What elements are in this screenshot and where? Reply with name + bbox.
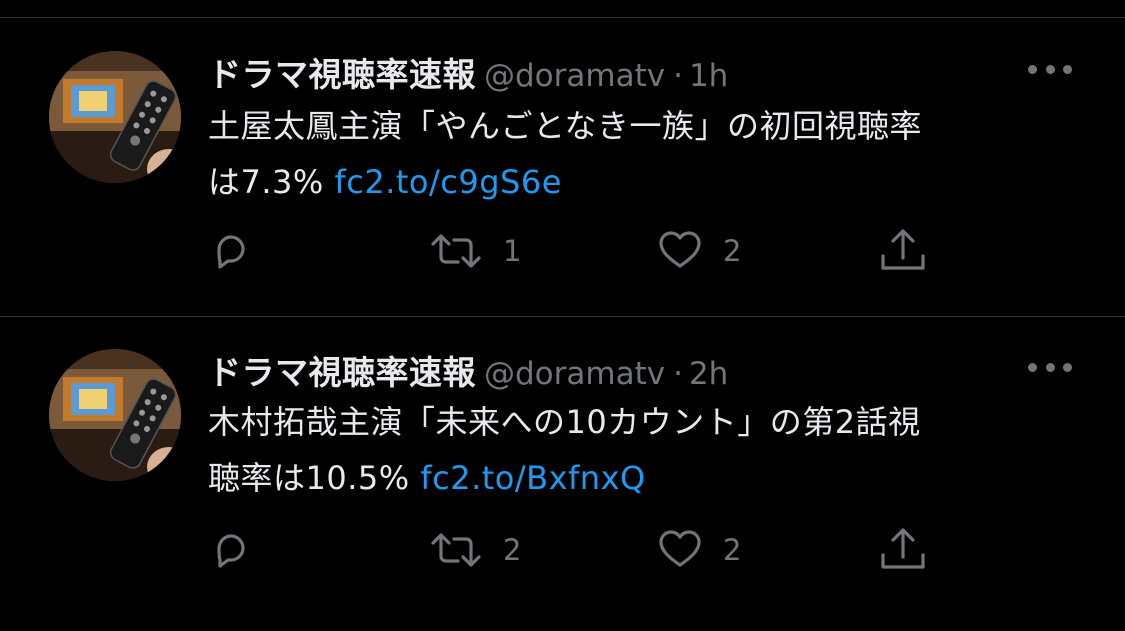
tweet-text-line: 聴率は10.5% fc2.to/BxfnxQ [208,450,1088,506]
display-name[interactable]: ドラマ視聴率速報 [208,353,476,392]
tweet-link[interactable]: fc2.to/c9gS6e [334,163,561,201]
reply-icon [217,534,245,568]
tweet-text-line-part: は7.3% [208,163,324,201]
share-icon [881,528,925,569]
tweet-header: ドラマ視聴率速報 @doramatv · 2h [208,346,728,392]
tweet-text: 土屋太鳳主演「やんごとなき一族」の初回視聴率 は7.3% fc2.to/c9gS… [208,98,1088,210]
retweet-icon [431,533,481,567]
reply-icon [217,235,245,269]
avatar[interactable] [49,349,181,481]
timestamp[interactable]: 1h [689,58,728,94]
action-bar: 1 2 [205,226,935,276]
tweet-text: 木村拓哉主演「未来への10カウント」の第2話視 聴率は10.5% fc2.to/… [208,394,1088,506]
like-button[interactable]: 2 [655,226,741,276]
like-count: 2 [723,533,742,567]
retweet-count: 2 [503,533,522,567]
tweet[interactable]: ドラマ視聴率速報 @doramatv · 1h 土屋太鳳主演「やんごとなき一族」の初回… [0,18,1125,316]
share-button[interactable] [877,226,929,276]
separator-dot: · [673,58,683,94]
timestamp[interactable]: 2h [689,356,728,392]
reply-button[interactable] [205,226,273,276]
tweet-text-line: 土屋太鳳主演「やんごとなき一族」の初回視聴率 [208,107,923,145]
retweet-count: 1 [503,234,522,268]
avatar[interactable] [49,51,181,183]
more-icon[interactable] [1028,361,1072,373]
retweet-icon [431,234,481,268]
separator-dot: · [673,356,683,392]
user-handle[interactable]: @doramatv [484,58,665,94]
like-button[interactable]: 2 [655,525,741,575]
like-icon [659,530,701,567]
like-icon [659,231,701,268]
retweet-button[interactable]: 2 [427,525,521,575]
tweet-link[interactable]: fc2.to/BxfnxQ [420,459,645,497]
tweet-header: ドラマ視聴率速報 @doramatv · 1h [208,48,728,94]
reply-button[interactable] [205,525,273,575]
like-count: 2 [723,234,742,268]
action-bar: 2 2 [205,525,935,575]
tweet-text-line: 木村拓哉主演「未来への10カウント」の第2話視 [208,403,921,441]
tweet-text-line-part: 聴率は10.5% [208,459,410,497]
share-button[interactable] [877,525,929,575]
retweet-button[interactable]: 1 [427,226,521,276]
tweet[interactable]: ドラマ視聴率速報 @doramatv · 2h 木村拓哉主演「未来への10カウント」の… [0,316,1125,614]
more-icon[interactable] [1028,63,1072,75]
user-handle[interactable]: @doramatv [484,356,665,392]
tweet-text-line: は7.3% fc2.to/c9gS6e [208,154,1088,210]
display-name[interactable]: ドラマ視聴率速報 [208,55,476,94]
share-icon [881,229,925,270]
